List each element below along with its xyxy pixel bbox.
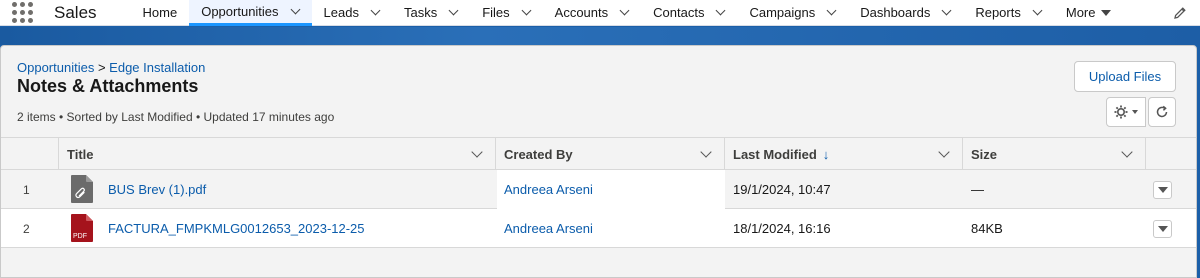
nav-item-home[interactable]: Home (131, 0, 190, 26)
refresh-button[interactable] (1148, 97, 1176, 127)
app-launcher-icon[interactable] (10, 1, 34, 25)
breadcrumb-opportunities-link[interactable]: Opportunities (17, 60, 94, 75)
created-by-link[interactable]: Andreea Arseni (504, 170, 593, 209)
column-header-label: Created By (504, 146, 573, 162)
nav-item-opportunities[interactable]: Opportunities (189, 0, 312, 26)
chevron-down-icon[interactable] (700, 146, 712, 158)
row-number: 1 (23, 182, 30, 197)
nav-item-contacts[interactable]: Contacts (641, 0, 737, 26)
brand-band (0, 27, 1200, 45)
column-header-size[interactable]: Size (963, 138, 1146, 170)
nav-item-tasks[interactable]: Tasks (392, 0, 470, 26)
column-header-label: Title (67, 146, 94, 162)
nav-item-reports[interactable]: Reports (963, 0, 1054, 26)
related-list-card: Opportunities > Edge Installation Notes … (0, 45, 1197, 278)
nav-item-files[interactable]: Files (470, 0, 542, 26)
global-nav: Sales Home Opportunities Leads Tasks Fil… (0, 0, 1200, 26)
nav-item-label: Contacts (653, 5, 705, 20)
chevron-down-icon[interactable] (291, 7, 300, 16)
nav-item-more[interactable]: More (1054, 0, 1124, 26)
table-row: 2 PDF FACTURA_FMPKMLG0012653_2023-12-25 … (1, 209, 1196, 248)
chevron-down-icon[interactable] (620, 8, 629, 17)
list-meta-info: 2 items • Sorted by Last Modified • Upda… (17, 110, 335, 124)
page-title: Notes & Attachments (17, 76, 199, 96)
nav-item-label: Leads (323, 5, 359, 20)
column-header-last-modified[interactable]: Last Modified ↓ (725, 138, 963, 170)
nav-item-label: Campaigns (749, 5, 816, 20)
gear-icon (1114, 105, 1128, 119)
column-header-label: Size (971, 146, 998, 162)
nav-item-label: Reports (975, 5, 1021, 20)
last-modified-value: 19/1/2024, 10:47 (733, 182, 831, 197)
caret-down-icon (1157, 226, 1168, 232)
row-actions-button[interactable] (1153, 181, 1172, 199)
chevron-down-icon[interactable] (1121, 146, 1133, 158)
actions-header (1146, 138, 1196, 170)
caret-down-icon (1101, 9, 1112, 16)
file-title-link[interactable]: FACTURA_FMPKMLG0012653_2023-12-25 (108, 209, 365, 248)
svg-text:PDF: PDF (73, 233, 87, 240)
nav-item-label: Files (482, 5, 510, 20)
chevron-down-icon[interactable] (371, 8, 380, 17)
upload-files-button[interactable]: Upload Files (1074, 61, 1176, 92)
nav-item-leads[interactable]: Leads (312, 0, 392, 26)
nav-item-label: Home (142, 5, 178, 20)
nav-item-campaigns[interactable]: Campaigns (737, 0, 848, 26)
size-value: — (971, 182, 984, 197)
nav-item-label: Opportunities (201, 3, 279, 19)
created-by-link[interactable]: Andreea Arseni (504, 209, 593, 248)
attachments-table: Title Created By Last Modified ↓ Size 1 (1, 137, 1196, 248)
refresh-icon (1156, 105, 1168, 118)
nav-item-accounts[interactable]: Accounts (543, 0, 641, 26)
chevron-down-icon[interactable] (1033, 8, 1042, 17)
column-header-title[interactable]: Title (59, 138, 496, 170)
chevron-down-icon[interactable] (449, 8, 458, 17)
nav-item-dashboards[interactable]: Dashboards (848, 0, 963, 26)
chevron-down-icon[interactable] (938, 146, 950, 158)
column-header-label: Last Modified (733, 146, 817, 162)
row-number: 2 (23, 221, 30, 236)
chevron-down-icon[interactable] (471, 146, 483, 158)
row-actions-button[interactable] (1153, 220, 1172, 238)
app-name: Sales (54, 2, 97, 22)
edit-nav-pencil-icon[interactable] (1172, 5, 1188, 21)
row-number-header (1, 138, 59, 170)
chevron-down-icon[interactable] (522, 8, 531, 17)
nav-item-label: More (1065, 5, 1096, 20)
attachment-file-icon (71, 175, 93, 203)
breadcrumb-separator: > (97, 60, 106, 75)
breadcrumb: Opportunities > Edge Installation (17, 60, 205, 75)
list-settings-button[interactable] (1106, 97, 1146, 127)
size-value: 84KB (971, 221, 1003, 236)
sort-descending-arrow-icon: ↓ (822, 146, 830, 162)
chevron-down-icon[interactable] (942, 8, 951, 17)
column-header-created-by[interactable]: Created By (496, 138, 725, 170)
table-header: Title Created By Last Modified ↓ Size (1, 137, 1196, 170)
caret-down-icon (1132, 110, 1138, 114)
chevron-down-icon[interactable] (716, 8, 725, 17)
caret-down-icon (1157, 187, 1168, 193)
chevron-down-icon[interactable] (827, 8, 836, 17)
nav-item-label: Tasks (403, 5, 438, 20)
breadcrumb-record-link[interactable]: Edge Installation (109, 60, 205, 75)
table-row: 1 BUS Brev (1).pdf Andreea Arseni 19/1/2… (1, 170, 1196, 209)
last-modified-value: 18/1/2024, 16:16 (733, 221, 831, 236)
nav-item-label: Dashboards (860, 5, 931, 20)
nav-item-label: Accounts (554, 5, 609, 20)
file-title-link[interactable]: BUS Brev (1).pdf (108, 170, 206, 209)
pdf-file-icon: PDF (71, 214, 93, 242)
